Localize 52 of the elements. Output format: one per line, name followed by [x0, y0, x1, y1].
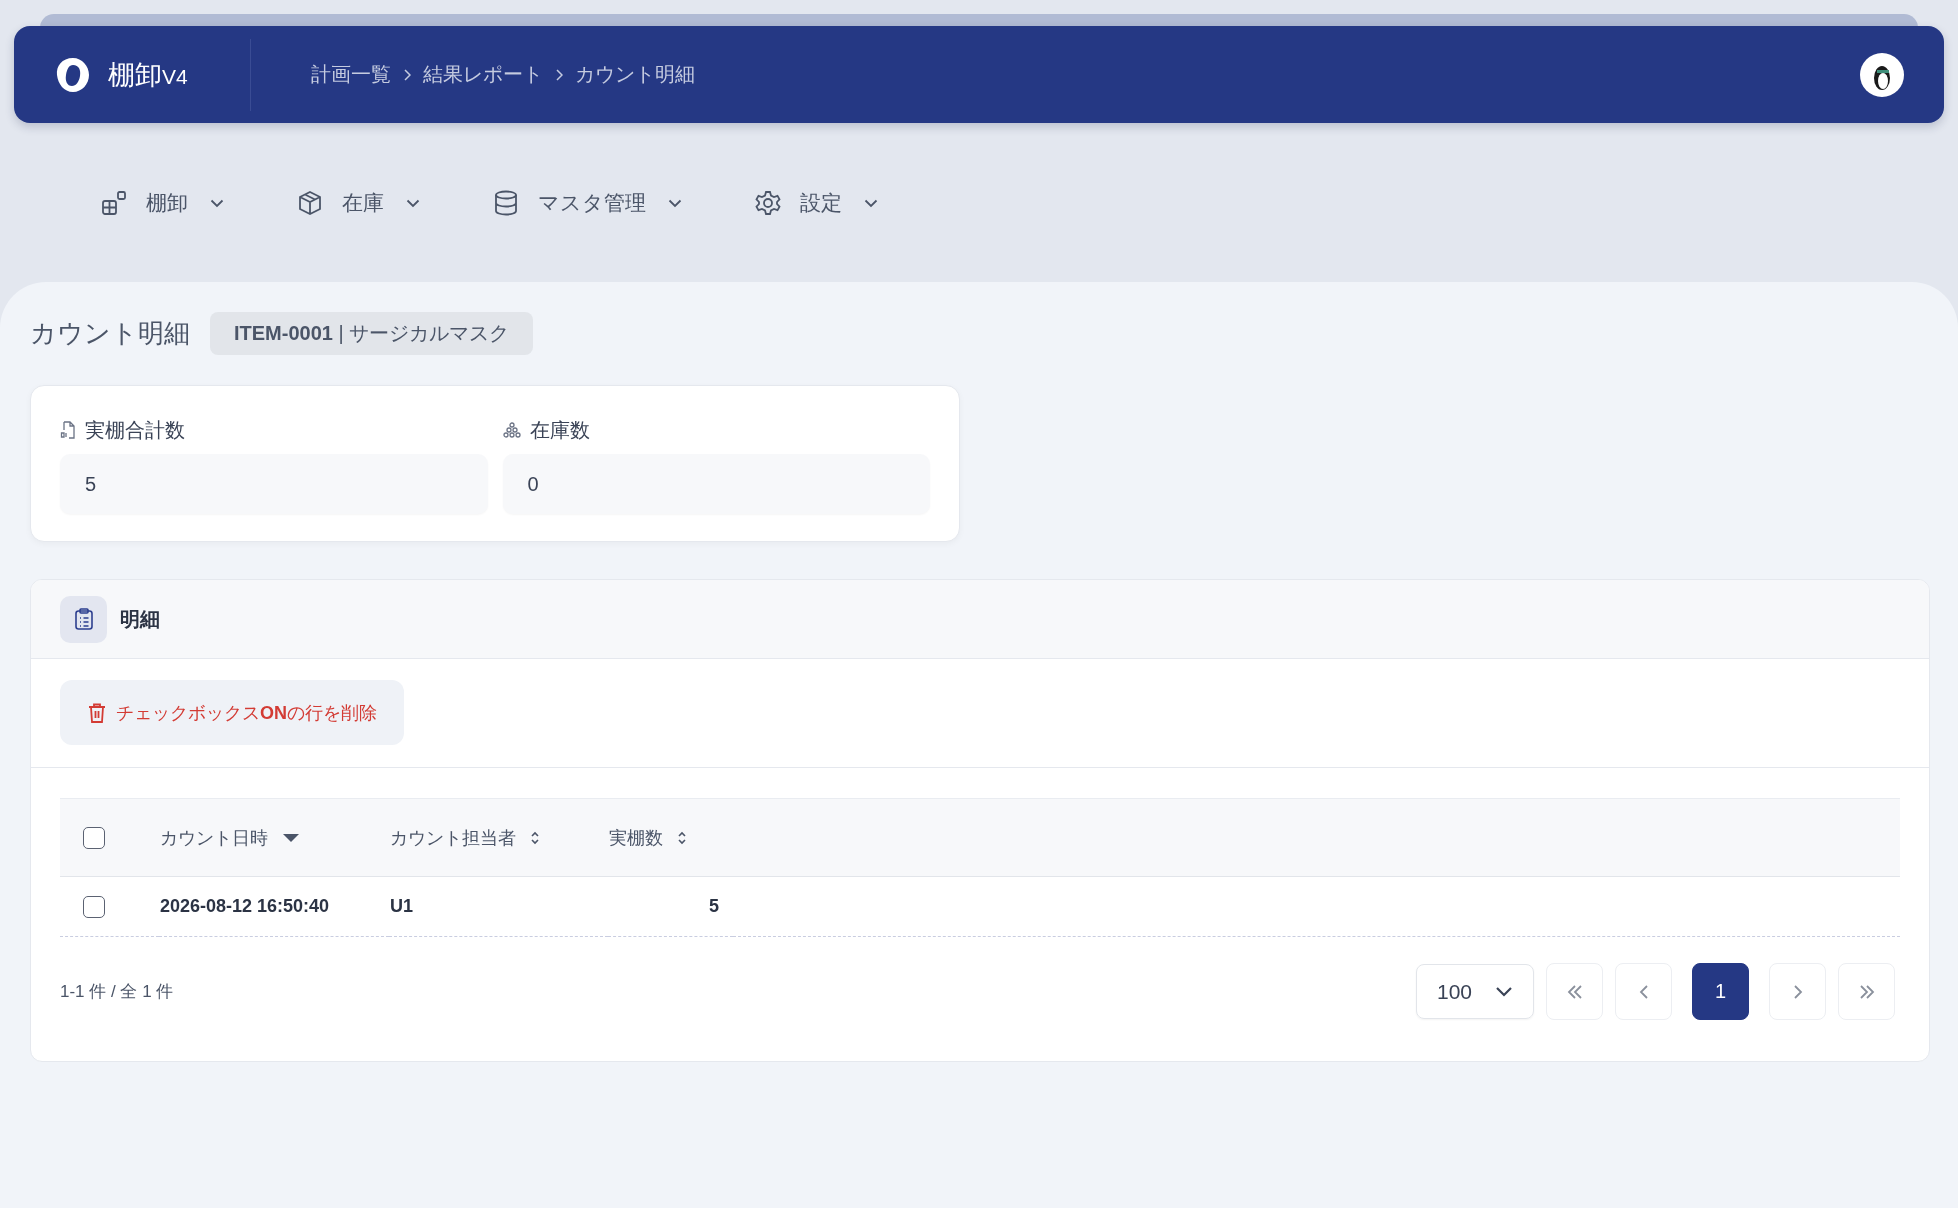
- app-name: 棚卸V4: [108, 58, 188, 92]
- item-tag: ITEM-0001 | サージカルマスク: [210, 312, 534, 355]
- box-icon: [296, 189, 324, 217]
- page-button[interactable]: 1: [1692, 963, 1749, 1020]
- chevron-down-icon: [210, 198, 224, 208]
- stat-label: 在庫数: [529, 417, 590, 443]
- column-header[interactable]: 実棚数: [609, 825, 687, 850]
- menu-item[interactable]: 在庫: [296, 186, 420, 220]
- double-chevron-right-icon: [1857, 984, 1876, 999]
- menu-item[interactable]: 設定: [754, 186, 878, 220]
- table-cell: 5: [709, 896, 719, 916]
- breadcrumb-link[interactable]: 結果レポート: [423, 61, 543, 88]
- first-page-button[interactable]: [1546, 963, 1603, 1020]
- column-header[interactable]: カウント日時: [160, 825, 300, 850]
- double-chevron-left-icon: [1565, 984, 1584, 999]
- database-icon: [492, 189, 520, 217]
- chevron-left-icon: [1638, 984, 1649, 999]
- clipboard-icon: [60, 595, 107, 643]
- chevron-right-icon: [1792, 984, 1803, 999]
- chevron-right-icon: [403, 68, 411, 81]
- chevron-down-icon: [668, 198, 682, 208]
- menu-item[interactable]: 棚卸: [100, 186, 224, 220]
- column-header[interactable]: カウント担当者: [390, 825, 540, 850]
- stat-value-field: 5: [60, 454, 488, 514]
- row-checkbox[interactable]: [83, 895, 105, 918]
- dots-pyramid-icon: [502, 422, 521, 438]
- chevron-down-icon: [864, 198, 878, 208]
- delete-button[interactable]: チェックボックスONの行を削除: [60, 680, 404, 745]
- breadcrumb-link[interactable]: カウント明細: [575, 61, 695, 88]
- table-cell: 2026-08-12 16:50:40: [160, 896, 330, 916]
- file-number-icon: [60, 421, 76, 439]
- select-all-checkbox[interactable]: [83, 826, 105, 849]
- next-page-button[interactable]: [1769, 963, 1826, 1020]
- section-title: 明細: [120, 606, 160, 632]
- table-cell: U1: [390, 896, 413, 916]
- stat-label: 実棚合計数: [85, 417, 185, 443]
- user-avatar[interactable]: [1860, 52, 1904, 97]
- settings-icon: [754, 189, 782, 217]
- blocks-icon: [100, 189, 128, 217]
- previous-page-button[interactable]: [1615, 963, 1672, 1020]
- menu-item[interactable]: マスタ管理: [492, 186, 682, 220]
- chevron-down-icon: [1495, 986, 1513, 997]
- last-page-button[interactable]: [1838, 963, 1895, 1020]
- breadcrumb-link[interactable]: 計画一覧: [311, 61, 391, 88]
- page-title: カウント明細: [30, 317, 190, 350]
- page-size-select[interactable]: 100: [1416, 964, 1534, 1019]
- chevron-down-icon: [406, 198, 420, 208]
- logo-icon: [54, 55, 92, 94]
- result-count: 1-1 件 / 全 1 件: [60, 981, 174, 1003]
- stat-value-field: 0: [502, 454, 930, 514]
- trash-icon: [87, 701, 107, 724]
- chevron-right-icon: [555, 68, 563, 81]
